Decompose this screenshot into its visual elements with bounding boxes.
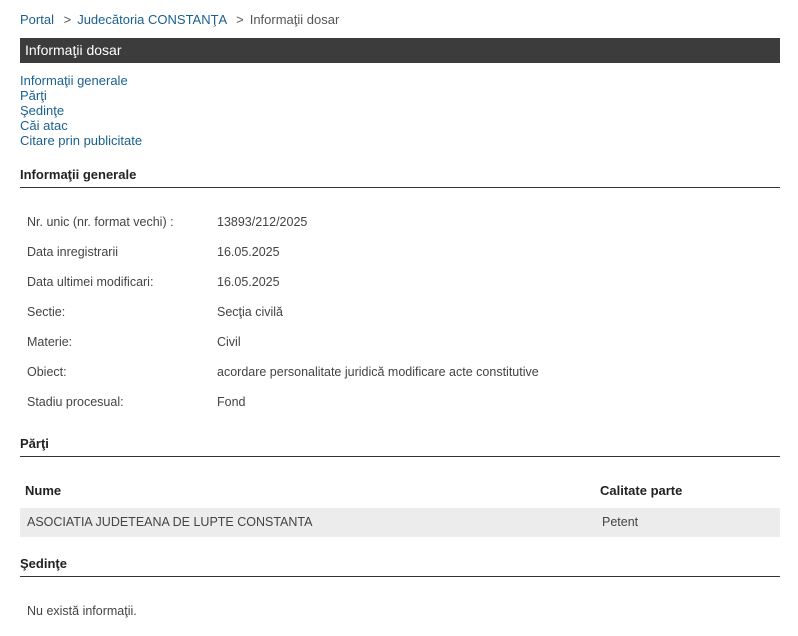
nav-link-citare[interactable]: Citare prin publicitate <box>20 133 142 148</box>
party-name: ASOCIATIA JUDETEANA DE LUPTE CONSTANTA <box>27 515 313 529</box>
section-heading-parti: Părţi <box>20 436 780 457</box>
info-label: Obiect: <box>27 365 67 379</box>
info-label: Nr. unic (nr. format vechi) : <box>27 215 174 229</box>
nav-link-sedinte[interactable]: Şedinţe <box>20 103 142 118</box>
nav-link-parti[interactable]: Părţi <box>20 88 142 103</box>
breadcrumb-portal-link[interactable]: Portal <box>20 12 54 27</box>
info-value: Secţia civilă <box>217 305 283 319</box>
table-row: ASOCIATIA JUDETEANA DE LUPTE CONSTANTA P… <box>20 508 780 537</box>
info-label: Data inregistrarii <box>27 245 119 259</box>
empty-state-message: Nu există informaţii. <box>27 604 137 618</box>
page-title: Informaţii dosar <box>25 42 122 58</box>
section-nav: Informaţii generale Părţi Şedinţe Căi at… <box>20 73 142 148</box>
info-label: Materie: <box>27 335 73 349</box>
breadcrumb: Portal > Judecătoria CONSTANŢA > Informaţi… <box>20 12 339 28</box>
info-label: Sectie: <box>27 305 66 319</box>
section-heading-general: Informaţii generale <box>20 167 780 188</box>
info-value: Civil <box>217 335 241 349</box>
breadcrumb-separator: > <box>63 12 72 27</box>
column-header-role: Calitate parte <box>600 483 683 498</box>
nav-link-general[interactable]: Informaţii generale <box>20 73 142 88</box>
breadcrumb-court-link[interactable]: Judecătoria CONSTANŢA <box>77 12 226 27</box>
info-value: 13893/212/2025 <box>217 215 308 229</box>
section-heading-sedinte: Şedinţe <box>20 556 780 577</box>
info-value: 16.05.2025 <box>217 245 280 259</box>
column-header-name: Nume <box>25 483 62 498</box>
nav-link-cai-atac[interactable]: Căi atac <box>20 118 142 133</box>
info-value: acordare personalitate juridică modifica… <box>217 365 539 379</box>
info-label: Stadiu procesual: <box>27 395 124 409</box>
info-value: 16.05.2025 <box>217 275 280 289</box>
breadcrumb-current: Informaţii dosar <box>249 12 340 27</box>
info-label: Data ultimei modificari: <box>27 275 154 289</box>
party-role: Petent <box>602 515 639 529</box>
page-title-bar: Informaţii dosar <box>20 38 780 63</box>
breadcrumb-separator: > <box>236 12 244 27</box>
info-value: Fond <box>217 395 246 409</box>
